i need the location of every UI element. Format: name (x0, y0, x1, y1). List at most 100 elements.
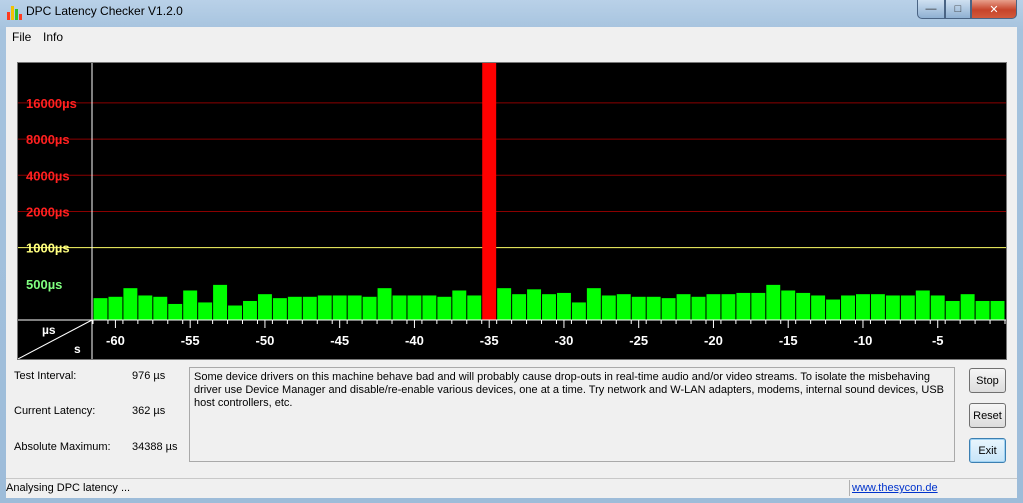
latency-bar (646, 296, 661, 320)
x-tick-label: -25 (629, 333, 648, 348)
latency-bar (497, 288, 512, 320)
latency-bar (257, 294, 272, 320)
latency-bar (362, 296, 377, 320)
latency-bar (228, 305, 243, 320)
close-icon: ✕ (989, 3, 999, 16)
reset-button[interactable]: Reset (969, 403, 1006, 428)
x-tick-label: -35 (480, 333, 499, 348)
latency-graph: 16000µs 8000µs 4000µs 2000µs 1000µs 500µs µs s -… (17, 62, 1007, 360)
stop-button[interactable]: Stop (969, 368, 1006, 393)
test-interval-label: Test Interval: (14, 370, 77, 382)
latency-bar (706, 294, 721, 320)
latency-bar (556, 292, 571, 320)
latency-bar (631, 296, 646, 320)
latency-bar (691, 296, 706, 320)
latency-bar (198, 302, 213, 320)
y-tick-label: 500µs (26, 277, 62, 292)
x-tick-label: -45 (330, 333, 349, 348)
latency-bar (960, 294, 975, 320)
exit-button[interactable]: Exit (969, 438, 1006, 463)
latency-bar (885, 295, 900, 320)
menu-info[interactable]: Info (43, 30, 63, 44)
x-tick-label: -30 (555, 333, 574, 348)
test-interval-value: 976 µs (132, 370, 166, 382)
latency-bar (243, 300, 257, 320)
latency-bar (721, 294, 736, 320)
status-divider (849, 480, 850, 496)
x-tick-label: -5 (932, 333, 944, 348)
current-latency-label: Current Latency: (14, 405, 96, 417)
minimize-button[interactable]: — (917, 0, 945, 19)
latency-bar (512, 294, 527, 320)
latency-bar (347, 295, 362, 320)
latency-bar (437, 296, 452, 320)
menu-file[interactable]: File (12, 30, 31, 44)
y-tick-label: 4000µs (26, 168, 70, 183)
x-tick-label: -50 (256, 333, 275, 348)
latency-bar (781, 290, 796, 320)
close-button[interactable]: ✕ (971, 0, 1017, 19)
latency-bar (272, 298, 287, 320)
corner-unit-s: s (74, 342, 81, 356)
current-latency-value: 362 µs (132, 405, 166, 417)
latency-bar (751, 292, 766, 320)
latency-bar (796, 292, 811, 320)
latency-bar (616, 294, 631, 320)
latency-bar (571, 302, 586, 320)
latency-bar (900, 295, 915, 320)
latency-bar (811, 295, 826, 320)
latency-bar (601, 295, 616, 320)
app-icon (6, 4, 22, 20)
latency-bar (930, 295, 945, 320)
latency-bar (168, 303, 183, 320)
latency-bar (542, 294, 556, 320)
latency-bar (676, 294, 691, 320)
x-tick-label: -60 (106, 333, 125, 348)
client-area: File Info 16000µs 8000µs 4000µs 2000µs 1000µ… (6, 27, 1017, 498)
latency-bar (287, 296, 302, 320)
title-bar[interactable]: DPC Latency Checker V1.2.0 — □ ✕ (0, 0, 1023, 26)
latency-bar (586, 288, 601, 320)
maximize-icon: □ (954, 3, 962, 15)
absolute-maximum-label: Absolute Maximum: (14, 441, 111, 453)
y-tick-label: 1000µs (26, 241, 70, 256)
latency-bar (377, 288, 392, 320)
corner-unit-us: µs (42, 323, 56, 337)
latency-bar (870, 294, 885, 320)
website-link[interactable]: www.thesycon.de (852, 482, 938, 494)
x-tick-label: -55 (181, 333, 200, 348)
status-text: Analysing DPC latency ... (6, 482, 131, 494)
y-tick-label: 2000µs (26, 204, 70, 219)
x-tick-label: -10 (854, 333, 873, 348)
x-tick-label: -15 (779, 333, 798, 348)
latency-bar (990, 300, 1005, 320)
latency-bar (826, 299, 841, 320)
caption-buttons: — □ ✕ (917, 0, 1017, 19)
maximize-button[interactable]: □ (945, 0, 971, 19)
alert-bar (482, 63, 497, 320)
x-tick-label: -20 (704, 333, 723, 348)
menu-bar: File Info (6, 27, 1017, 47)
latency-bar (317, 295, 332, 320)
latency-bar (467, 295, 482, 320)
latency-bar (138, 295, 153, 320)
latency-bar (123, 288, 138, 320)
message-box: Some device drivers on this machine beha… (189, 367, 955, 462)
latency-bar (213, 284, 228, 320)
latency-bar (945, 300, 960, 320)
latency-bar (661, 298, 676, 320)
minimize-icon: — (925, 3, 937, 15)
app-window: DPC Latency Checker V1.2.0 — □ ✕ File In… (0, 0, 1023, 503)
status-bar: Analysing DPC latency ... www.thesycon.d… (6, 478, 1017, 498)
latency-bar (736, 292, 751, 320)
latency-bar (766, 284, 781, 320)
latency-bar (527, 289, 542, 320)
latency-bar (332, 295, 347, 320)
window-title: DPC Latency Checker V1.2.0 (26, 4, 183, 18)
latency-bar (841, 295, 855, 320)
latency-bar (108, 296, 123, 320)
latency-bar (915, 290, 930, 320)
latency-bar (153, 296, 168, 320)
absolute-maximum-value: 34388 µs (132, 441, 178, 453)
latency-bar (93, 298, 108, 320)
